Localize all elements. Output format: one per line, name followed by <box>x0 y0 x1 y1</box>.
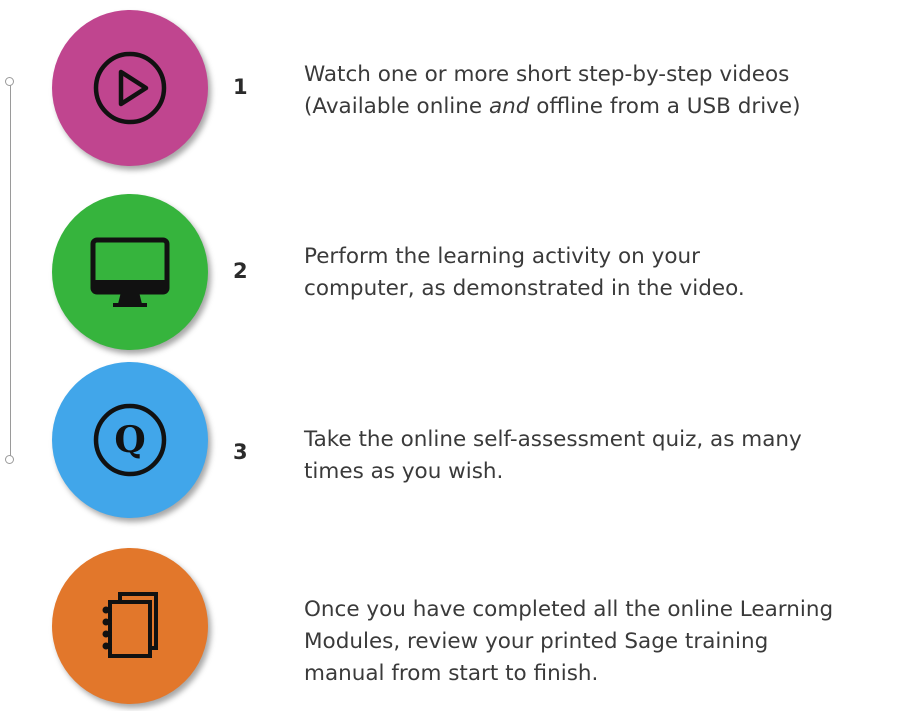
quiz-q-letter: Q <box>114 419 145 461</box>
step-1-number: 1 <box>233 75 248 99</box>
step-1-circle[interactable] <box>52 10 208 166</box>
quiz-q-icon: Q <box>93 403 167 477</box>
step-2-line-1: Perform the learning activity on your <box>304 244 700 269</box>
play-icon <box>93 51 167 125</box>
step-1-emphasis: and <box>488 94 530 119</box>
step-4-circle[interactable] <box>52 548 208 704</box>
step-2-number: 2 <box>233 259 248 283</box>
step-2-line-2: computer, as demonstrated in the video. <box>304 276 745 301</box>
step-1-line-1: Watch one or more short step-by-step vid… <box>304 62 790 87</box>
timeline-connector <box>5 77 14 464</box>
step-3-number: 3 <box>233 440 248 464</box>
step-4-line-3: manual from start to finish. <box>304 661 599 686</box>
timeline-line <box>10 82 11 459</box>
step-4-line-1: Once you have completed all the online L… <box>304 597 834 622</box>
timeline-dot-bottom <box>5 455 14 464</box>
step-2-circle[interactable] <box>52 194 208 350</box>
step-1-line-2: (Available online and offline from a USB… <box>304 94 801 119</box>
step-3-line-2: times as you wish. <box>304 459 504 484</box>
step-2-description: Perform the learning activity on your co… <box>304 241 909 305</box>
timeline-dot-top <box>5 77 14 86</box>
step-4-line-2: Modules, review your printed Sage traini… <box>304 629 769 654</box>
step-3-line-1: Take the online self-assessment quiz, as… <box>304 427 802 452</box>
monitor-icon <box>90 237 170 307</box>
step-4-description: Once you have completed all the online L… <box>304 594 909 690</box>
notebook-icon <box>102 592 158 658</box>
step-3-circle[interactable]: Q <box>52 362 208 518</box>
step-1-description: Watch one or more short step-by-step vid… <box>304 59 909 123</box>
step-3-description: Take the online self-assessment quiz, as… <box>304 424 909 488</box>
